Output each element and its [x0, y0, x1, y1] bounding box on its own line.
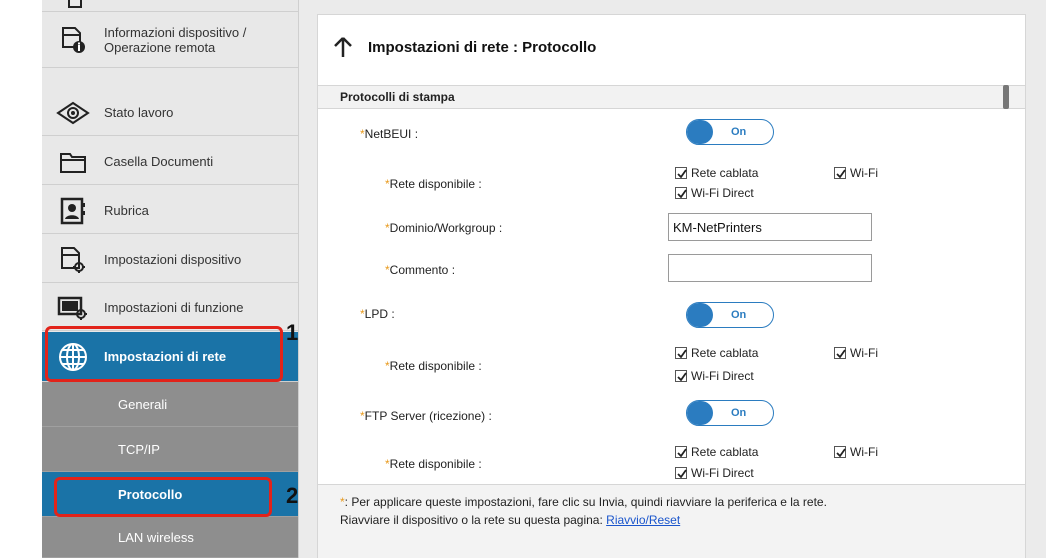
section-header: Protocolli di stampa [318, 85, 1025, 109]
lpd-toggle[interactable]: On [686, 302, 774, 328]
lpd-label: *LPD : [360, 307, 395, 321]
domain-input[interactable]: KM-NetPrinters [668, 213, 872, 241]
netbeui-wired-checkbox[interactable]: Rete cablata [675, 166, 758, 180]
ftp-wifi-direct-checkbox[interactable]: Wi-Fi Direct [675, 466, 754, 480]
sidebar-item-job-status[interactable]: Stato lavoro [42, 90, 298, 136]
ftp-wired-checkbox[interactable]: Rete cablata [675, 445, 758, 459]
netbeui-wifi-direct-checkbox[interactable]: Wi-Fi Direct [675, 186, 754, 200]
sidebar-item-label: Stato lavoro [104, 105, 174, 120]
eye-icon [42, 90, 104, 136]
sidebar-subitem-general[interactable]: Generali [42, 382, 298, 427]
sidebar-item-device-info[interactable]: Informazioni dispositivo / Operazione re… [42, 12, 298, 68]
stub-icon [68, 0, 82, 8]
device-info-icon [42, 12, 104, 68]
globe-icon [42, 332, 104, 382]
callout-number-1: 1 [286, 320, 299, 345]
comment-input[interactable] [668, 254, 872, 282]
domain-label: *Dominio/Workgroup : [385, 221, 503, 235]
sidebar: Informazioni dispositivo / Operazione re… [42, 0, 299, 558]
sidebar-subitem-tcpip[interactable]: TCP/IP [42, 427, 298, 472]
sidebar-item-network-settings[interactable]: Impostazioni di rete [42, 332, 298, 382]
sidebar-subitem-label: Generali [118, 396, 168, 412]
sidebar-subitem-label: TCP/IP [118, 441, 160, 457]
sidebar-subitem-label: Protocollo [118, 486, 183, 502]
ftp-wifi-checkbox[interactable]: Wi-Fi [834, 445, 878, 459]
lpd-wired-checkbox[interactable]: Rete cablata [675, 346, 758, 360]
scrollbar-thumb[interactable] [1003, 85, 1009, 109]
sidebar-item-top-stub [42, 0, 298, 12]
ftp-network-label: *Rete disponibile : [385, 457, 482, 471]
address-book-icon [42, 188, 104, 234]
content-panel: Impostazioni di rete : Protocollo Protoc… [317, 14, 1026, 558]
callout-number-2: 2 [286, 483, 299, 508]
page-header: Impostazioni di rete : Protocollo [318, 15, 1025, 79]
sidebar-item-label: Rubrica [104, 203, 149, 218]
folder-icon [42, 139, 104, 185]
ftp-toggle[interactable]: On [686, 400, 774, 426]
sidebar-item-document-box[interactable]: Casella Documenti [42, 139, 298, 185]
main-area: Impostazioni di rete : Protocollo Protoc… [299, 0, 1046, 558]
footer-note: *: Per applicare queste impostazioni, fa… [318, 484, 1025, 558]
sidebar-subitem-wireless-lan[interactable]: LAN wireless [42, 517, 298, 558]
sidebar-item-device-settings[interactable]: Impostazioni dispositivo [42, 237, 298, 283]
page-title: Impostazioni di rete : Protocollo [368, 38, 597, 56]
netbeui-toggle[interactable]: On [686, 119, 774, 145]
device-settings-icon [42, 237, 104, 283]
sidebar-item-label: Impostazioni di funzione [104, 300, 244, 315]
sidebar-item-address-book[interactable]: Rubrica [42, 188, 298, 234]
footer-restart-note: Riavviare il dispositivo o la rete su qu… [340, 513, 681, 527]
footer-apply-note: *: Per applicare queste impostazioni, fa… [340, 495, 827, 509]
comment-label: *Commento : [385, 263, 456, 277]
restart-reset-link[interactable]: Riavvio/Reset [606, 513, 680, 527]
netbeui-network-label: *Rete disponibile : [385, 177, 482, 191]
lpd-wifi-checkbox[interactable]: Wi-Fi [834, 346, 878, 360]
function-settings-icon [42, 285, 104, 331]
sidebar-item-label: Impostazioni dispositivo [104, 252, 242, 267]
sidebar-item-function-settings[interactable]: Impostazioni di funzione [42, 285, 298, 331]
sidebar-item-label: Informazioni dispositivo / Operazione re… [104, 24, 247, 55]
sidebar-subitem-label: LAN wireless [118, 529, 194, 545]
sidebar-item-label: Casella Documenti [104, 154, 214, 169]
lpd-wifi-direct-checkbox[interactable]: Wi-Fi Direct [675, 369, 754, 383]
lpd-network-label: *Rete disponibile : [385, 359, 482, 373]
up-arrow-icon[interactable] [318, 36, 368, 58]
sidebar-subitem-protocol[interactable]: Protocollo [42, 472, 298, 517]
ftp-label: *FTP Server (ricezione) : [360, 409, 492, 423]
sidebar-item-label: Impostazioni di rete [104, 349, 227, 364]
netbeui-wifi-checkbox[interactable]: Wi-Fi [834, 166, 878, 180]
netbeui-label: *NetBEUI : [360, 127, 419, 141]
